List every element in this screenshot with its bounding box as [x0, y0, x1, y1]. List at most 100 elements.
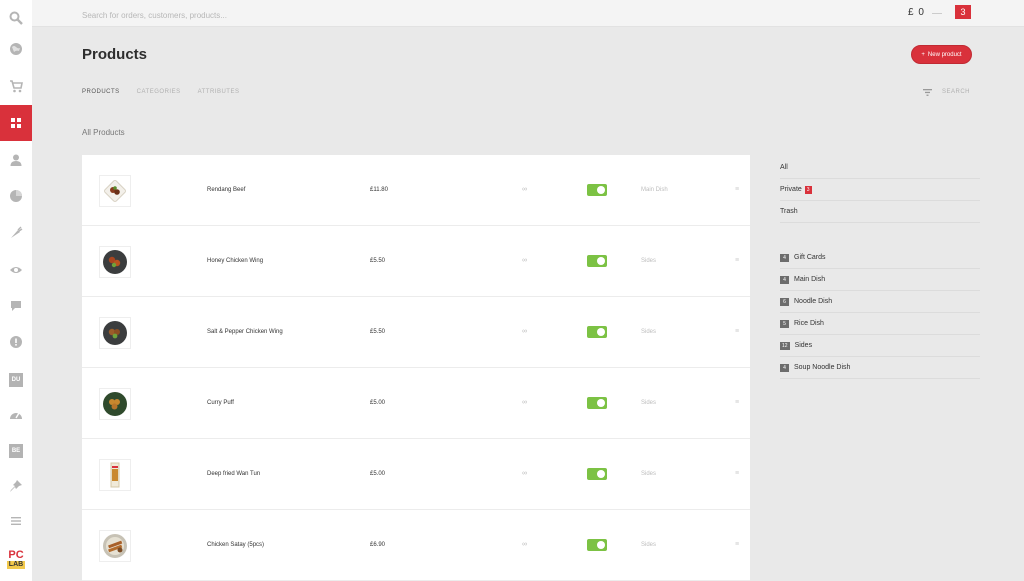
- visibility-toggle[interactable]: [587, 468, 607, 480]
- visibility-toggle[interactable]: [587, 184, 607, 196]
- new-product-label: New product: [927, 51, 962, 58]
- products-nav-item[interactable]: [0, 105, 32, 141]
- pin-nav-item[interactable]: [0, 468, 32, 504]
- pin-icon: [10, 480, 22, 492]
- cart-separator: [932, 13, 942, 14]
- tab-attributes[interactable]: ATTRIBUTES: [198, 89, 240, 95]
- visibility-toggle[interactable]: [587, 326, 607, 338]
- product-thumbnail: [99, 246, 131, 278]
- product-stock: ∞: [522, 399, 527, 406]
- category-rice-dish[interactable]: 5 Rice Dish: [780, 313, 980, 335]
- product-thumbnail: [99, 317, 131, 349]
- product-price: £5.00: [370, 471, 386, 477]
- cart-count-badge[interactable]: 3: [955, 5, 971, 19]
- product-category: Sides: [641, 329, 657, 335]
- menu-nav-item[interactable]: [0, 503, 32, 539]
- filter-trash[interactable]: Trash: [780, 201, 980, 223]
- drag-handle-icon[interactable]: ≡: [735, 186, 739, 193]
- product-price: £11.80: [370, 187, 388, 193]
- customers-nav-item[interactable]: [0, 142, 32, 178]
- product-thumbnail: [99, 530, 131, 562]
- user-icon: [10, 154, 22, 166]
- tab-products[interactable]: PRODUCTS: [82, 89, 120, 95]
- products-table: Rendang Beef £11.80 ∞ Main Dish ≡ Honey …: [82, 155, 750, 581]
- visibility-toggle[interactable]: [587, 255, 607, 267]
- category-noodle-dish[interactable]: 6 Noodle Dish: [780, 291, 980, 313]
- category-main-dish[interactable]: 4 Main Dish: [780, 269, 980, 291]
- category-soup-noodle-dish[interactable]: 4 Soup Noodle Dish: [780, 357, 980, 379]
- category-label: Gift Cards: [794, 254, 826, 261]
- category-sides[interactable]: 12 Sides: [780, 335, 980, 357]
- visibility-nav-item[interactable]: [0, 252, 32, 288]
- product-price: £5.00: [370, 400, 386, 406]
- filter-label: Private: [780, 186, 802, 193]
- drag-handle-icon[interactable]: ≡: [735, 328, 739, 335]
- category-count: 4: [780, 363, 789, 372]
- category-label: Soup Noodle Dish: [794, 364, 851, 371]
- private-count-badge: 3: [804, 185, 812, 194]
- category-count: 4: [780, 275, 789, 284]
- be-nav-item[interactable]: BE: [0, 433, 32, 469]
- table-row[interactable]: Deep fried Wan Tun £5.00 ∞ Sides ≡: [82, 439, 750, 510]
- grid-icon: [11, 118, 21, 128]
- pclab-logo: PC LAB: [6, 550, 26, 574]
- product-stock: ∞: [522, 328, 527, 335]
- product-name[interactable]: Curry Puff: [207, 400, 234, 406]
- table-row[interactable]: Rendang Beef £11.80 ∞ Main Dish ≡: [82, 155, 750, 226]
- visibility-toggle[interactable]: [587, 539, 607, 551]
- comments-nav-item[interactable]: [0, 288, 32, 324]
- search-toggle[interactable]: SEARCH: [942, 89, 970, 95]
- filter-private[interactable]: Private 3: [780, 179, 980, 201]
- logo-bottom: LAB: [6, 561, 26, 569]
- filter-icon[interactable]: [923, 89, 932, 96]
- gauge-icon: [10, 412, 22, 419]
- product-category: Sides: [641, 258, 657, 264]
- cart-icon: [10, 80, 23, 93]
- product-category: Sides: [641, 542, 657, 548]
- drag-handle-icon[interactable]: ≡: [735, 541, 739, 548]
- visibility-toggle[interactable]: [587, 397, 607, 409]
- global-search-input[interactable]: [82, 8, 482, 22]
- product-name[interactable]: Deep fried Wan Tun: [207, 471, 260, 477]
- product-category: Sides: [641, 400, 657, 406]
- orders-nav-item[interactable]: [0, 68, 32, 104]
- product-name[interactable]: Salt & Pepper Chicken Wing: [207, 329, 283, 335]
- reports-nav-item[interactable]: [0, 178, 32, 214]
- category-gift-cards[interactable]: 4 Gift Cards: [780, 247, 980, 269]
- filter-label: Trash: [780, 208, 798, 215]
- product-price: £5.50: [370, 258, 386, 264]
- product-name[interactable]: Chicken Satay (5pcs): [207, 542, 264, 548]
- category-label: Sides: [794, 342, 813, 349]
- table-row[interactable]: Honey Chicken Wing £5.50 ∞ Sides ≡: [82, 226, 750, 297]
- globe-icon: [10, 43, 22, 55]
- category-label: Noodle Dish: [794, 298, 833, 305]
- logo-top: PC: [8, 549, 24, 561]
- page-title: Products: [82, 46, 148, 63]
- alerts-nav-item[interactable]: [0, 324, 32, 360]
- product-name[interactable]: Honey Chicken Wing: [207, 258, 263, 264]
- search-icon: [9, 11, 23, 25]
- product-category: Sides: [641, 471, 657, 477]
- category-label: Rice Dish: [794, 320, 824, 327]
- dashboard-nav-item[interactable]: [0, 397, 32, 433]
- globe-nav-item[interactable]: [0, 31, 32, 67]
- drag-handle-icon[interactable]: ≡: [735, 399, 739, 406]
- table-row[interactable]: Salt & Pepper Chicken Wing £5.50 ∞ Sides…: [82, 297, 750, 368]
- table-row[interactable]: Chicken Satay (5pcs) £6.90 ∞ Sides ≡: [82, 510, 750, 581]
- product-price: £6.90: [370, 542, 386, 548]
- table-row[interactable]: Curry Puff £5.00 ∞ Sides ≡: [82, 368, 750, 439]
- tab-categories[interactable]: CATEGORIES: [137, 89, 181, 95]
- filter-all[interactable]: All: [780, 157, 980, 179]
- category-count: 5: [780, 319, 789, 328]
- marketing-nav-item[interactable]: [0, 215, 32, 251]
- du-nav-item[interactable]: DU: [0, 362, 32, 398]
- category-label: Main Dish: [794, 276, 826, 283]
- product-name[interactable]: Rendang Beef: [207, 187, 245, 193]
- cart-total[interactable]: £ 0: [908, 7, 925, 18]
- menu-icon: [11, 517, 21, 525]
- new-product-button[interactable]: + New product: [911, 45, 972, 64]
- plus-icon: +: [921, 51, 925, 58]
- drag-handle-icon[interactable]: ≡: [735, 257, 739, 264]
- top-bar: £ 0 3: [32, 0, 1024, 27]
- drag-handle-icon[interactable]: ≡: [735, 470, 739, 477]
